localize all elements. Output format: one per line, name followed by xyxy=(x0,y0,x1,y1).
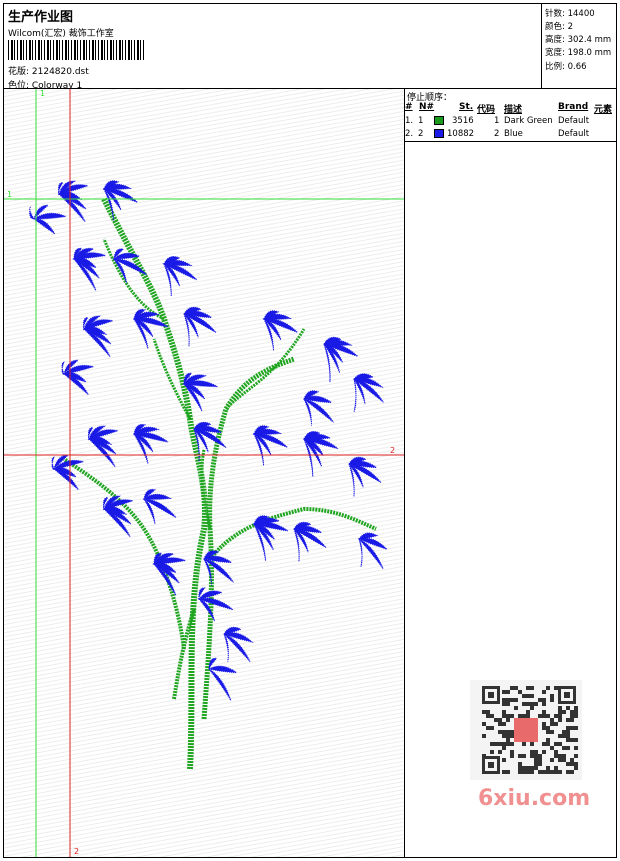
stamp-logo xyxy=(514,718,538,742)
leaf-cluster xyxy=(72,247,108,291)
spec-colors: 颜色: 2 xyxy=(545,22,574,32)
spec-panel: 针数: 14400 颜色: 2 高度: 302.4 mm 宽度: 198.0 m… xyxy=(541,4,618,88)
leaf xyxy=(142,498,177,518)
spec-height: 高度: 302.4 mm xyxy=(545,35,612,45)
leaf xyxy=(51,456,55,470)
header-info: 生产作业图 Wilcom(汇宏) 裁饰工作室 花版: 2124820.dst 色… xyxy=(4,4,541,91)
col-header-num: # xyxy=(405,102,413,112)
page-title: 生产作业图 xyxy=(8,10,74,25)
spec-stitches: 针数: 14400 xyxy=(545,9,595,19)
barcode xyxy=(8,40,144,60)
leaf xyxy=(223,633,229,662)
spec-width: 宽度: 198.0 mm xyxy=(545,48,612,58)
leaf-cluster xyxy=(142,488,177,525)
leaf-cluster xyxy=(82,315,115,357)
leaf-cluster xyxy=(347,456,382,497)
leaf-cluster xyxy=(132,423,169,464)
col-header-element: 元素 xyxy=(594,105,613,115)
leaf-cluster xyxy=(222,626,254,662)
stem xyxy=(101,197,208,770)
table-divider xyxy=(405,141,617,142)
leaf-cluster xyxy=(302,431,339,477)
guide-label-green-v: 1 xyxy=(40,89,46,98)
subtitle: Wilcom(汇宏) 裁饰工作室 xyxy=(8,29,114,39)
leaf-cluster xyxy=(207,657,239,701)
stem xyxy=(201,356,295,720)
leaf-cluster xyxy=(87,425,120,467)
leaf-cluster xyxy=(202,550,234,586)
leaf-cluster xyxy=(182,306,217,347)
leaf-cluster xyxy=(357,532,389,569)
color-swatch xyxy=(434,129,444,138)
col-header-st: St. xyxy=(459,102,474,112)
guide-label-red-h: 2 xyxy=(390,446,396,455)
col-header-brand: Brand xyxy=(558,102,589,112)
leaf-cluster xyxy=(322,336,359,383)
guide-label-red-v: 2 xyxy=(74,847,80,856)
leaf xyxy=(208,668,232,701)
bamboo-design xyxy=(4,89,404,857)
guide-label-green-h: 1 xyxy=(7,190,13,199)
leaf-cluster xyxy=(302,390,334,426)
design-canvas: 1 1 2 2 xyxy=(4,89,404,857)
leaf-cluster xyxy=(102,495,135,537)
col-header-n: N# xyxy=(419,102,435,112)
color-swatch xyxy=(434,116,444,125)
leaf xyxy=(29,206,35,220)
leaf-cluster xyxy=(162,256,198,297)
col-header-desc: 描述 xyxy=(504,105,523,115)
spec-scale: 比例: 0.66 xyxy=(545,62,587,72)
leaf-cluster xyxy=(61,359,96,395)
leaf-cluster xyxy=(252,515,289,561)
leaf xyxy=(61,361,65,375)
leaf-cluster xyxy=(252,425,288,466)
leaf-cluster xyxy=(197,587,234,622)
stem xyxy=(102,238,165,321)
leaf-cluster xyxy=(29,204,68,235)
leaf-cluster xyxy=(51,454,86,490)
leaf-cluster xyxy=(352,373,384,413)
leaf-cluster xyxy=(292,521,327,562)
brand-watermark: 6xiu.com xyxy=(478,786,591,811)
leaf xyxy=(358,538,363,567)
leaf-cluster xyxy=(182,372,220,412)
qr-code-watermark xyxy=(470,680,582,780)
col-header-code: 代码 xyxy=(477,105,496,115)
design-file: 花版: 2124820.dst xyxy=(8,67,89,77)
leaf xyxy=(353,378,357,413)
leaf xyxy=(32,218,56,235)
stem xyxy=(208,506,377,561)
